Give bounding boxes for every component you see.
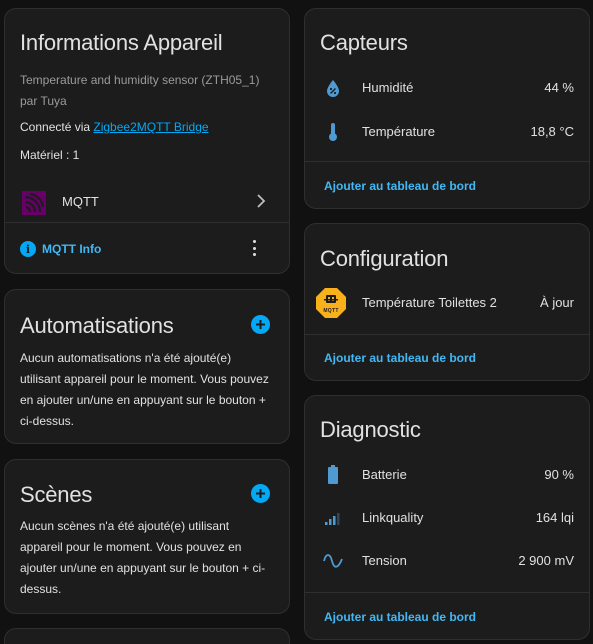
diagnostic-divider [305, 592, 589, 593]
connected-via-label: Connecté via [20, 120, 91, 134]
diagnostic-label: Tension [362, 553, 407, 568]
config-row-firmware[interactable]: MQTT Température Toilettes 2 À jour [305, 286, 589, 320]
configuration-title: Configuration [320, 246, 449, 271]
mqtt-info-button[interactable]: i MQTT Info [20, 239, 101, 259]
scenes-description: Aucun scènes n'a été ajouté(e) utilisant… [20, 519, 266, 596]
config-label: Température Toilettes 2 [362, 295, 497, 310]
more-options-icon[interactable] [249, 238, 259, 258]
diagnostic-label: Linkquality [362, 510, 424, 525]
device-info-title: Informations Appareil [20, 30, 223, 55]
mqtt-badge-text: MQTT [323, 308, 339, 314]
thermometer-icon [322, 121, 344, 143]
plus-icon [256, 320, 265, 329]
diagnostic-value: 2 900 mV [518, 553, 574, 568]
add-sensors-to-dashboard-button[interactable]: Ajouter au tableau de bord [324, 179, 476, 193]
add-diagnostic-to-dashboard-button[interactable]: Ajouter au tableau de bord [324, 610, 476, 624]
automations-title: Automatisations [20, 313, 174, 338]
battery-icon [322, 464, 344, 486]
diagnostic-row-battery[interactable]: Batterie 90 % [305, 462, 589, 488]
device-model: Temperature and humidity sensor (ZTH05_1… [20, 73, 260, 87]
automations-description: Aucun automatisations n'a été ajouté(e) … [20, 351, 269, 428]
info-icon: i [20, 241, 36, 257]
scenes-card: Scènes Aucun scènes n'a été ajouté(e) ut… [4, 459, 290, 614]
configuration-divider [305, 334, 589, 335]
water-percent-icon [322, 77, 344, 99]
mqtt-info-label: MQTT Info [42, 242, 102, 256]
next-card [4, 628, 290, 644]
add-automation-button[interactable] [251, 315, 270, 334]
plus-icon [256, 489, 265, 498]
chevron-right-icon [255, 193, 267, 214]
zigbee-bridge-link[interactable]: Zigbee2MQTT Bridge [93, 120, 208, 134]
device-info-card: Informations Appareil Temperature and hu… [4, 8, 290, 274]
mqtt-logo-icon [22, 191, 46, 215]
automations-card: Automatisations Aucun automatisations n'… [4, 289, 290, 444]
sensor-value: 44 % [544, 80, 574, 95]
diagnostic-value: 90 % [544, 467, 574, 482]
sensor-row-humidity[interactable]: Humidité 44 % [305, 75, 589, 101]
sensors-title: Capteurs [320, 30, 408, 55]
config-value: À jour [540, 295, 574, 310]
sine-wave-icon [322, 550, 344, 572]
sensor-row-temperature[interactable]: Température 18,8 °C [305, 119, 589, 145]
add-scene-button[interactable] [251, 484, 270, 503]
configuration-card: Configuration MQTT Température Toilettes… [304, 223, 590, 381]
diagnostic-label: Batterie [362, 467, 407, 482]
mqtt-integration-row[interactable]: MQTT [5, 185, 289, 219]
hardware-version: Matériel : 1 [20, 148, 80, 162]
mqtt-update-icon: MQTT [315, 287, 347, 319]
sensors-card: Capteurs Humidité 44 % Température 18,8 … [304, 8, 590, 209]
diagnostic-row-voltage[interactable]: Tension 2 900 mV [305, 548, 589, 574]
diagnostic-card: Diagnostic Batterie 90 % Linkquality 164… [304, 395, 590, 640]
sensor-label: Température [362, 124, 435, 139]
signal-icon [322, 507, 344, 529]
diagnostic-row-linkquality[interactable]: Linkquality 164 lqi [305, 505, 589, 531]
sensors-divider [305, 161, 589, 162]
connected-via: Connecté via Zigbee2MQTT Bridge [20, 120, 209, 134]
diagnostic-title: Diagnostic [320, 417, 421, 442]
device-info-divider [5, 222, 289, 223]
add-configuration-to-dashboard-button[interactable]: Ajouter au tableau de bord [324, 351, 476, 365]
scenes-title: Scènes [20, 482, 93, 507]
device-manufacturer: par Tuya [20, 94, 67, 108]
sensor-value: 18,8 °C [530, 124, 574, 139]
sensor-label: Humidité [362, 80, 414, 95]
mqtt-label: MQTT [62, 194, 99, 209]
diagnostic-value: 164 lqi [535, 510, 574, 525]
